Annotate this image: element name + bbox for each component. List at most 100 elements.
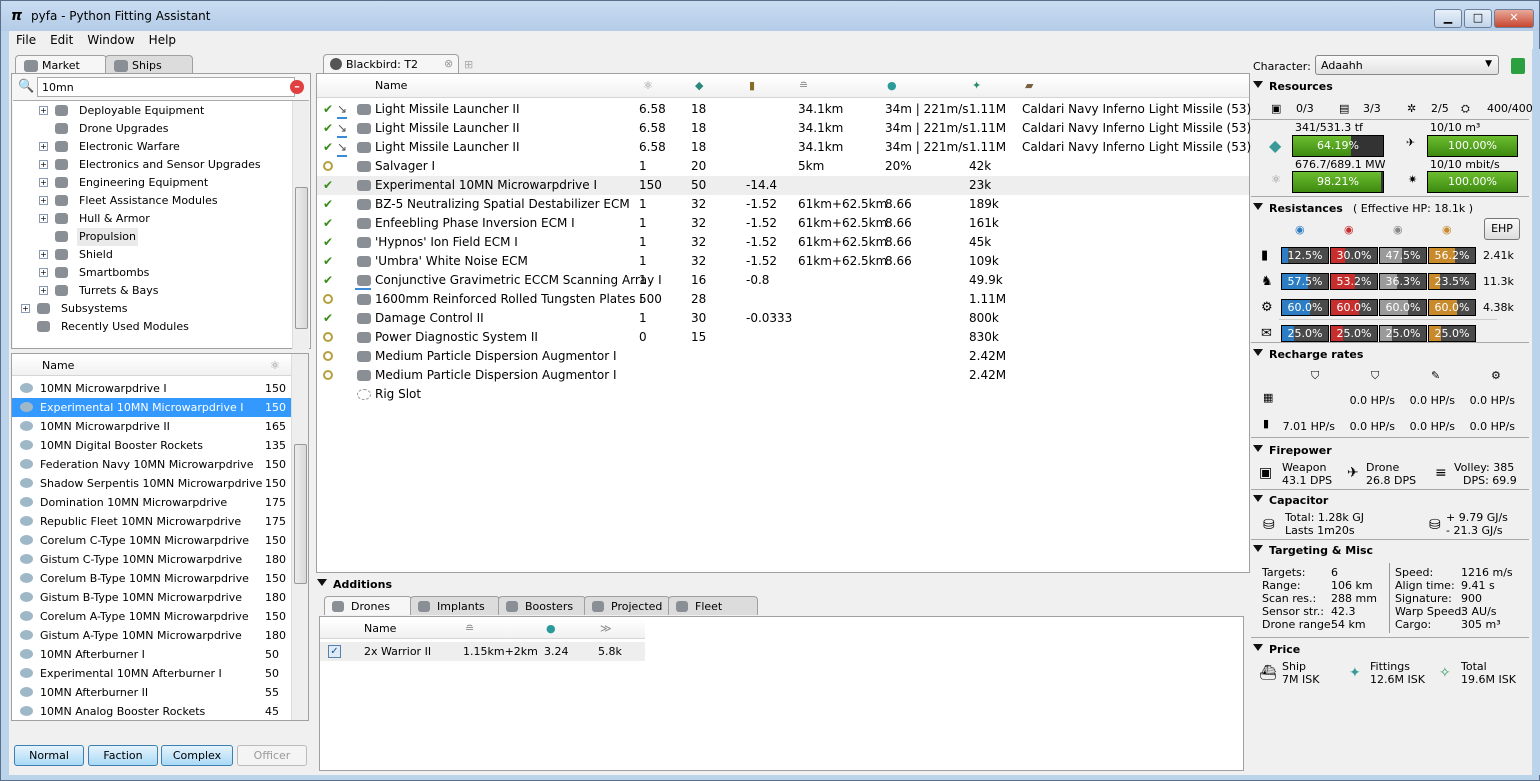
module-active-icon[interactable]: ✔ (323, 100, 333, 119)
tab-ships[interactable]: Ships (105, 55, 193, 74)
tracking-icon[interactable]: ● (546, 619, 556, 639)
expand-icon[interactable]: + (39, 160, 48, 169)
menu-file[interactable]: File (9, 31, 43, 49)
market-item[interactable]: Shadow Serpentis 10MN Microwarpdrive 150 (12, 474, 291, 493)
market-item[interactable]: 10MN Digital Booster Rockets 135 (12, 436, 291, 455)
drone-active-checkbox[interactable]: ✓ (328, 645, 341, 658)
tree-item[interactable]: + Shield (13, 246, 291, 264)
filter-normal-button[interactable]: Normal (14, 745, 84, 766)
module-row[interactable]: ✔ 'Hypnos' Ion Field ECM I 1 32 -1.52 61km+62… (317, 233, 1249, 252)
market-item[interactable]: Experimental 10MN Afterburner I 50 (12, 664, 291, 683)
tab-implants[interactable]: Implants (410, 596, 500, 615)
market-item[interactable]: Gistum A-Type 10MN Microwarpdrive 180 (12, 626, 291, 645)
tab-projected[interactable]: Projected (584, 596, 670, 615)
tree-item[interactable]: + Electronics and Sensor Upgrades (13, 156, 291, 174)
module-row[interactable]: ✔ Damage Control II 1 30 -0.0333 800k (317, 309, 1249, 328)
resistances-title[interactable]: Resistances (1253, 202, 1343, 215)
expand-icon[interactable]: + (39, 286, 48, 295)
price-icon[interactable]: ✦ (972, 76, 981, 96)
market-item[interactable]: Corelum C-Type 10MN Microwarpdrive 150 (12, 531, 291, 550)
expand-icon[interactable]: + (39, 142, 48, 151)
firepower-title[interactable]: Firepower (1253, 444, 1332, 457)
menu-window[interactable]: Window (80, 31, 141, 49)
module-active-icon[interactable]: ✔ (323, 214, 333, 233)
menu-edit[interactable]: Edit (43, 31, 80, 49)
market-item[interactable]: 10MN Microwarpdrive II 165 (12, 417, 291, 436)
module-row[interactable]: 1600mm Reinforced Rolled Tungsten Plates… (317, 290, 1249, 309)
column-name[interactable]: Name (364, 619, 396, 639)
cpu-icon[interactable]: ⚛ (643, 76, 653, 96)
clear-search-icon[interactable]: – (290, 80, 304, 94)
module-active-icon[interactable]: ✔ (323, 119, 333, 138)
powergrid-icon[interactable]: ◆ (695, 76, 703, 96)
column-name[interactable]: Name (42, 356, 74, 376)
market-item[interactable]: 10MN Afterburner I 50 (12, 645, 291, 664)
module-row[interactable]: Rig Slot (317, 385, 1249, 404)
maximize-button[interactable]: □ (1464, 9, 1492, 28)
tree-item[interactable]: + Smartbombs (13, 264, 291, 282)
market-item[interactable]: Experimental 10MN Microwarpdrive I 150 (12, 398, 291, 417)
market-search-input[interactable] (37, 77, 295, 97)
module-row[interactable]: ✔ ↘ Light Missile Launcher II 6.58 18 34.1km 3… (317, 138, 1251, 157)
tree-item[interactable]: Drone Upgrades (13, 120, 291, 138)
drone-row[interactable]: ✓ 2x Warrior II 1.15km+2km 3.24 5.8k (320, 642, 645, 661)
capacitor-title[interactable]: Capacitor (1253, 494, 1328, 507)
module-row[interactable]: Medium Particle Dispersion Augmentor I 2.… (317, 347, 1249, 366)
expand-icon[interactable]: + (39, 268, 48, 277)
module-active-icon[interactable]: ✔ (323, 176, 333, 195)
expand-icon[interactable]: + (39, 106, 48, 115)
market-item[interactable]: 10MN Afterburner II 55 (12, 683, 291, 702)
tree-item[interactable]: + Engineering Equipment (13, 174, 291, 192)
module-row[interactable]: Medium Particle Dispersion Augmentor I 2.… (317, 366, 1249, 385)
module-offline-icon[interactable] (323, 332, 333, 342)
module-offline-icon[interactable] (323, 294, 333, 304)
market-item[interactable]: Corelum A-Type 10MN Microwarpdrive 150 (12, 607, 291, 626)
module-row[interactable]: ✔ BZ-5 Neutralizing Spatial Destabilizer … (317, 195, 1249, 214)
menu-help[interactable]: Help (142, 31, 183, 49)
expand-icon[interactable]: + (21, 304, 30, 313)
minimize-button[interactable]: ▁ (1434, 9, 1462, 28)
ehp-toggle-button[interactable]: EHP (1484, 218, 1520, 240)
module-offline-icon[interactable] (323, 161, 333, 171)
module-active-icon[interactable]: ✔ (323, 138, 333, 157)
tree-item[interactable]: + Hull & Armor (13, 210, 291, 228)
expand-icon[interactable]: + (39, 196, 48, 205)
character-editor-icon[interactable] (1511, 58, 1525, 74)
tree-item[interactable]: + Deployable Equipment (13, 102, 291, 120)
resources-title[interactable]: Resources (1253, 80, 1333, 93)
market-item[interactable]: Domination 10MN Microwarpdrive 175 (12, 493, 291, 512)
module-offline-icon[interactable] (323, 351, 333, 361)
module-active-icon[interactable]: ✔ (323, 195, 333, 214)
expand-icon[interactable]: + (39, 250, 48, 259)
range-icon[interactable]: ≘ (465, 619, 474, 639)
range-icon[interactable]: ≘ (799, 76, 808, 96)
capacitor-icon[interactable]: ▮ (749, 76, 755, 96)
tree-item[interactable]: + Subsystems (13, 300, 291, 318)
tab-boosters[interactable]: Boosters (498, 596, 586, 615)
character-select[interactable]: Adaahh ▼ (1315, 55, 1499, 75)
market-item[interactable]: Gistum C-Type 10MN Microwarpdrive 180 (12, 550, 291, 569)
module-row[interactable]: ✔ ↘ Light Missile Launcher II 6.58 18 34.1km 3… (317, 119, 1251, 138)
module-offline-icon[interactable] (323, 370, 333, 380)
market-item[interactable]: 10MN Microwarpdrive I 150 (12, 379, 291, 398)
tab-market[interactable]: Market (15, 55, 107, 74)
filter-officer-button[interactable]: Officer (237, 745, 307, 766)
market-item[interactable]: Corelum B-Type 10MN Microwarpdrive 150 (12, 569, 291, 588)
tab-fleet[interactable]: Fleet (668, 596, 758, 615)
tree-item[interactable]: Recently Used Modules (13, 318, 291, 336)
tab-drones[interactable]: Drones (324, 596, 412, 615)
market-item[interactable]: Federation Navy 10MN Microwarpdrive 150 (12, 455, 291, 474)
market-item[interactable]: 10MN Analog Booster Rockets 45 (12, 702, 291, 721)
market-item[interactable]: Republic Fleet 10MN Microwarpdrive 175 (12, 512, 291, 531)
tree-item[interactable]: + Turrets & Bays (13, 282, 291, 300)
list-scrollbar[interactable] (291, 354, 308, 720)
module-row[interactable]: ✔ Enfeebling Phase Inversion ECM I 1 32 -1.5… (317, 214, 1249, 233)
tracking-icon[interactable]: ● (887, 76, 897, 96)
module-row[interactable]: ✔ Conjunctive Gravimetric ECCM Scanning A… (317, 271, 1249, 290)
expand-icon[interactable]: + (39, 214, 48, 223)
module-active-icon[interactable]: ✔ (323, 233, 333, 252)
module-active-icon[interactable]: ✔ (323, 271, 333, 290)
module-active-icon[interactable]: ✔ (323, 252, 333, 271)
filter-faction-button[interactable]: Faction (88, 745, 158, 766)
additions-title[interactable]: Additions (317, 578, 392, 591)
